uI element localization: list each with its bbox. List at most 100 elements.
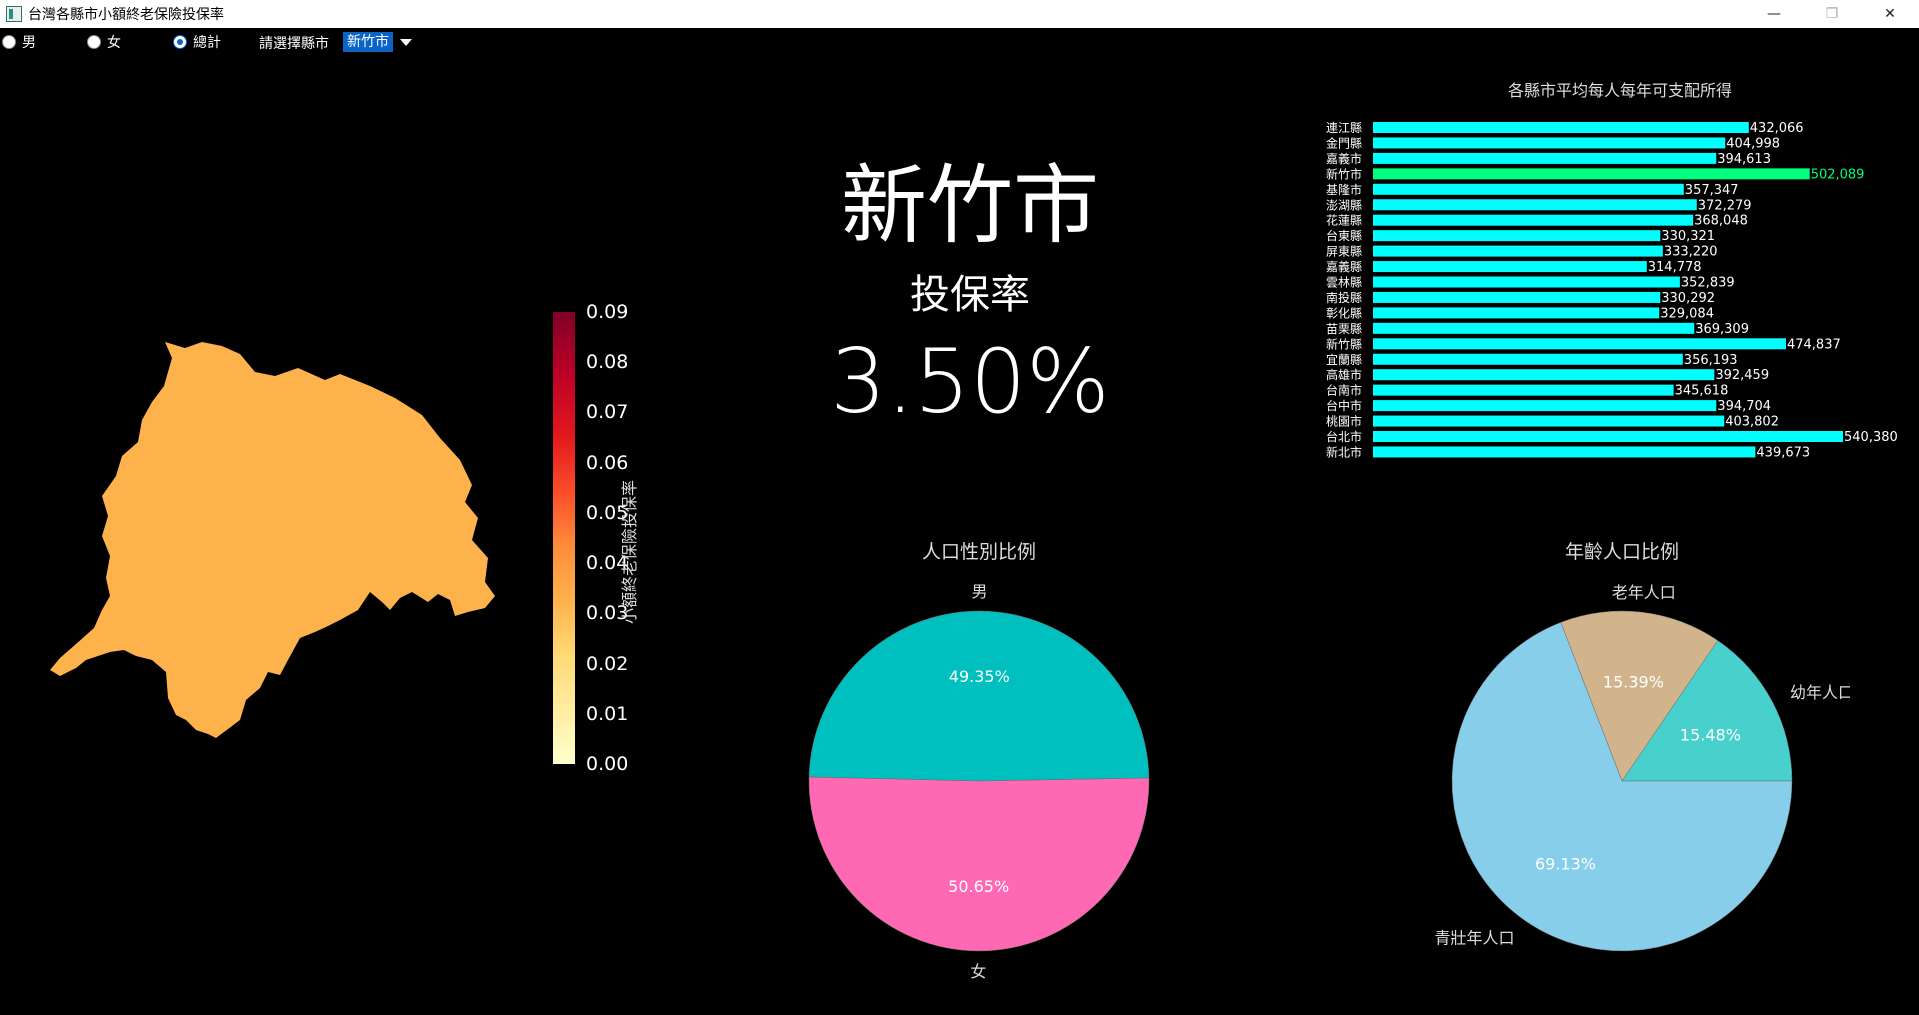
close-button[interactable]: ✕ xyxy=(1861,0,1919,28)
radio-female-dot[interactable] xyxy=(87,35,101,49)
colorbar-tick-label: 0.08 xyxy=(586,351,629,374)
colorbar-tick-label: 0.09 xyxy=(586,301,629,323)
pie-title: 年齡人口比例 xyxy=(1565,541,1679,563)
city-dropdown[interactable]: 新竹市 xyxy=(343,31,412,53)
radio-male[interactable]: 男 xyxy=(2,32,36,52)
rate-value: 3.50% xyxy=(830,330,1110,433)
bar-value-label: 352,839 xyxy=(1681,276,1735,291)
bar xyxy=(1373,291,1661,303)
pie-pct-label: 69.13% xyxy=(1535,854,1596,873)
bar-value-label: 502,089 xyxy=(1811,167,1865,182)
radio-female[interactable]: 女 xyxy=(87,32,121,52)
bar xyxy=(1373,214,1694,226)
bar xyxy=(1373,322,1695,334)
bar-category-label: 彰化縣 xyxy=(1326,305,1362,320)
bar-category-label: 新竹市 xyxy=(1326,166,1362,181)
radio-total-dot[interactable] xyxy=(173,35,187,49)
bar-category-label: 屏東縣 xyxy=(1326,245,1362,259)
bar xyxy=(1373,137,1726,149)
bar xyxy=(1373,384,1674,396)
pie-title: 人口性別比例 xyxy=(922,541,1036,563)
maximize-button[interactable]: ❐ xyxy=(1803,0,1861,28)
gender-pie-chart: 人口性別比例 49.35% 男 50.65% 女 xyxy=(808,541,1150,981)
bar-category-label: 新竹縣 xyxy=(1326,336,1362,351)
age-pie-chart: 年齡人口比例 15.48% 幼年人口 15.39% 老年人口 69.13% 青壯年人口 xyxy=(1435,541,1850,952)
bar-category-label: 嘉義市 xyxy=(1326,151,1362,166)
bar-value-label: 474,837 xyxy=(1787,337,1841,352)
radio-female-label: 女 xyxy=(107,35,121,51)
bar xyxy=(1373,400,1717,412)
bar-category-label: 宜蘭縣 xyxy=(1326,352,1362,367)
pie-category-label: 女 xyxy=(970,962,986,981)
pie-pct-label: 50.65% xyxy=(948,877,1009,896)
pie-category-label: 青壯年人口 xyxy=(1435,929,1515,948)
pie-category-label: 男 xyxy=(972,582,988,601)
colorbar-tick-label: 0.07 xyxy=(586,401,629,424)
bar-value-label: 369,309 xyxy=(1695,322,1749,337)
bar-value-label: 333,220 xyxy=(1664,245,1718,260)
window-controls: — ❐ ✕ xyxy=(1745,0,1919,28)
bar-category-label: 雲林縣 xyxy=(1326,276,1362,290)
bar-value-label: 345,618 xyxy=(1675,384,1729,399)
bar-category-label: 台東縣 xyxy=(1326,228,1362,243)
bar-category-label: 金門縣 xyxy=(1326,135,1362,150)
colorbar-label: 小額終老保險投保率 xyxy=(620,479,640,625)
bar xyxy=(1373,261,1647,273)
bar-value-label: 330,321 xyxy=(1661,229,1715,244)
bar-category-label: 南投縣 xyxy=(1326,290,1362,305)
bar xyxy=(1373,168,1810,180)
radio-male-dot[interactable] xyxy=(2,35,16,49)
bar-chart-title: 各縣市平均每人每年可支配所得 xyxy=(1508,81,1732,100)
city-dropdown-value[interactable]: 新竹市 xyxy=(343,32,393,52)
bar-value-label: 394,613 xyxy=(1717,152,1771,167)
bar xyxy=(1373,446,1756,458)
bar-category-label: 連江縣 xyxy=(1326,121,1362,135)
bar xyxy=(1373,199,1697,211)
bar xyxy=(1373,415,1725,427)
bar-category-label: 新北市 xyxy=(1326,444,1362,459)
selected-city-title: 新竹市 xyxy=(841,156,1099,256)
bar xyxy=(1373,152,1717,164)
bar xyxy=(1373,338,1786,350)
bar-category-label: 苗栗縣 xyxy=(1326,322,1362,336)
pie-category-label: 幼年人口 xyxy=(1790,683,1850,702)
minimize-button[interactable]: — xyxy=(1745,0,1803,28)
map-region-hsinchu-city xyxy=(50,342,495,738)
bar xyxy=(1373,245,1663,257)
radio-total-label: 總計 xyxy=(193,35,221,51)
bar-value-label: 392,459 xyxy=(1715,368,1769,383)
bar-category-label: 澎湖縣 xyxy=(1326,197,1362,212)
city-select-label: 請選擇縣市 xyxy=(259,36,329,52)
bar-value-label: 356,193 xyxy=(1684,353,1738,368)
colorbar-label-wrap: 小額終老保險投保率 xyxy=(598,452,658,652)
bar xyxy=(1373,369,1715,381)
rate-label: 投保率 xyxy=(910,272,1030,318)
county-map xyxy=(50,342,495,738)
bar-category-label: 基隆市 xyxy=(1326,182,1362,197)
bar-value-label: 330,292 xyxy=(1661,291,1715,306)
chevron-down-icon[interactable] xyxy=(400,38,412,46)
pie-pct-label: 49.35% xyxy=(949,667,1010,686)
bar-value-label: 357,347 xyxy=(1685,183,1739,198)
bar-value-label: 403,802 xyxy=(1725,415,1779,430)
bar xyxy=(1373,183,1684,195)
title-bar: 台灣各縣市小額終老保險投保率 — ❐ ✕ xyxy=(0,0,1919,28)
bar-value-label: 540,380 xyxy=(1844,430,1898,445)
bar xyxy=(1373,230,1661,242)
colorbar-tick-label: 0.02 xyxy=(586,652,629,675)
bar-value-label: 404,998 xyxy=(1726,136,1780,151)
bar-category-label: 台南市 xyxy=(1326,383,1362,398)
toolbar: 男 女 總計 請選擇縣市 新竹市 xyxy=(0,28,1919,56)
bar-category-label: 花蓮縣 xyxy=(1326,213,1362,228)
pie-category-label: 老年人口 xyxy=(1612,583,1676,602)
pie-slice xyxy=(808,610,1150,782)
bar-value-label: 439,673 xyxy=(1756,445,1810,460)
radio-total[interactable]: 總計 xyxy=(173,32,221,52)
bar xyxy=(1373,307,1660,319)
bar xyxy=(1373,122,1749,133)
bar-value-label: 329,084 xyxy=(1660,306,1714,321)
bar-category-label: 桃園市 xyxy=(1326,414,1362,429)
income-bar-chart: 各縣市平均每人每年可支配所得連江縣 432,066 金門縣 404,998 嘉義市 394… xyxy=(1326,81,1898,460)
colorbar-tick-label: 0.01 xyxy=(586,702,629,725)
app-icon xyxy=(6,6,22,22)
